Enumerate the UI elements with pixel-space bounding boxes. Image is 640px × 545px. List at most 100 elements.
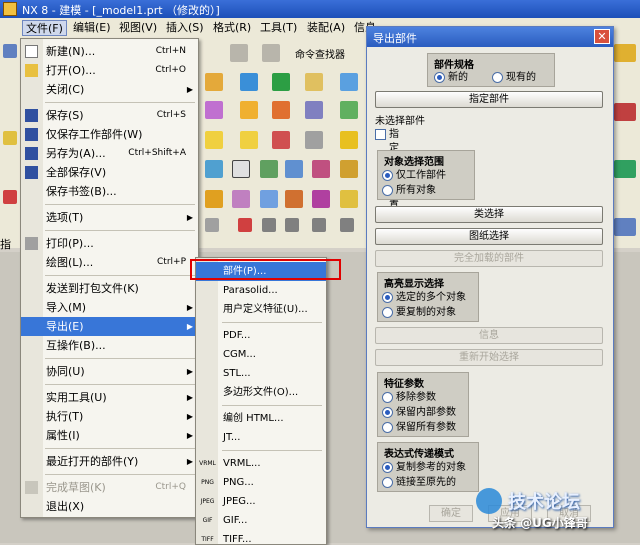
submenu-item-vrml[interactable]: VRML VRML... (196, 454, 326, 473)
measure-icon[interactable] (205, 160, 223, 178)
info-button[interactable]: 信息 (375, 327, 603, 344)
menu-item-recent-parts[interactable]: 最近打开的部件(Y) ▶ (21, 452, 198, 471)
surface-icon[interactable] (312, 160, 330, 178)
menu-item-save-work-part[interactable]: 仅保存工作部件(W) (21, 125, 198, 144)
submenu-item-polygon[interactable]: 多边形文件(O)... (196, 383, 326, 402)
snap-icon[interactable] (232, 160, 250, 178)
menu-item-save[interactable]: 保存(S) Ctrl+S (21, 106, 198, 125)
menu-item-close[interactable]: 关闭(C) ▶ (21, 80, 198, 99)
submenu-item-gif[interactable]: GIF GIF... (196, 511, 326, 530)
submenu-item-html[interactable]: 编创 HTML... (196, 409, 326, 428)
submenu-item-udf[interactable]: 用户定义特征(U)... (196, 300, 326, 319)
drawing-select-button[interactable]: 图纸选择 (375, 228, 603, 245)
solid-icon[interactable] (340, 131, 358, 149)
submenu-item-jpeg[interactable]: JPEG JPEG... (196, 492, 326, 511)
watermark-logo (476, 488, 502, 514)
ok-button[interactable]: 确定 (429, 505, 473, 522)
close-icon[interactable]: ✕ (594, 29, 610, 44)
watermark-brand: 技术论坛 (508, 492, 580, 513)
left-toolbar-icon-3[interactable] (3, 190, 17, 204)
box-icon[interactable] (305, 73, 323, 91)
dialog-title: 导出部件 (373, 32, 417, 45)
menu-item-save-as[interactable]: 另存为(A)... Ctrl+Shift+A (21, 144, 198, 163)
chamfer-icon[interactable] (240, 101, 258, 119)
menu-item-import[interactable]: 导入(M) ▶ (21, 298, 198, 317)
snap-mid-icon[interactable] (312, 218, 326, 232)
sketch-icon[interactable] (272, 73, 290, 91)
mesh-icon[interactable] (340, 160, 358, 178)
left-toolbar-icon[interactable] (3, 44, 17, 58)
menu-item-export[interactable]: 导出(E) ▶ (21, 317, 198, 336)
redo-icon[interactable] (262, 44, 280, 62)
mirror-icon[interactable] (340, 101, 358, 119)
menu-item-new[interactable]: 新建(N)... Ctrl+N (21, 42, 198, 61)
menu-item-plot[interactable]: 绘图(L)... Ctrl+P (21, 253, 198, 272)
restart-select-button[interactable]: 重新开始选择 (375, 349, 603, 366)
menu-edit[interactable]: 编辑(E) (70, 20, 114, 36)
menu-item-save-all[interactable]: 全部保存(V) (21, 163, 198, 182)
file-menu: 新建(N)... Ctrl+N 打开(O)... Ctrl+O 关闭(C) ▶ … (20, 38, 199, 518)
right-toolbar-icon[interactable] (614, 44, 636, 62)
render-icon[interactable] (285, 190, 303, 208)
left-toolbar-icon-2[interactable] (3, 131, 17, 145)
submenu-item-png[interactable]: PNG PNG... (196, 473, 326, 492)
menu-format[interactable]: 格式(R) (210, 20, 254, 36)
submenu-item-stl[interactable]: STL... (196, 364, 326, 383)
feature-icon[interactable] (205, 73, 223, 91)
blend-icon[interactable] (205, 101, 223, 119)
menu-item-print[interactable]: 打印(P)... (21, 234, 198, 253)
menu-item-save-bookmark[interactable]: 保存书签(B)... (21, 182, 198, 201)
menu-separator (45, 384, 195, 385)
snap-center-icon[interactable] (340, 218, 354, 232)
undo-icon[interactable] (230, 44, 248, 62)
trim-icon[interactable] (272, 131, 290, 149)
part-spec-group: 部件规格 新的 现有的 (427, 53, 555, 87)
menu-item-options[interactable]: 选项(T) ▶ (21, 208, 198, 227)
filter-icon[interactable] (205, 218, 219, 232)
select-icon[interactable] (238, 218, 252, 232)
material-icon[interactable] (312, 190, 330, 208)
menu-item-interop[interactable]: 互操作(B)... (21, 336, 198, 355)
snap-point-icon[interactable] (262, 218, 276, 232)
menu-item-send-package[interactable]: 发送到打包文件(K) (21, 279, 198, 298)
menu-item-execute[interactable]: 执行(T) ▶ (21, 407, 198, 426)
pattern-icon[interactable] (305, 101, 323, 119)
menu-item-exit[interactable]: 退出(X) (21, 497, 198, 516)
menu-item-collaborate[interactable]: 协同(U) ▶ (21, 362, 198, 381)
view-icon[interactable] (260, 190, 278, 208)
doc-icon[interactable] (205, 131, 223, 149)
submenu-item-cgm[interactable]: CGM... (196, 345, 326, 364)
doc2-icon[interactable] (240, 131, 258, 149)
submenu-item-pdf[interactable]: PDF... (196, 326, 326, 345)
submenu-item-jt[interactable]: JT... (196, 428, 326, 447)
hole-icon[interactable] (272, 101, 290, 119)
snap-end-icon[interactable] (285, 218, 299, 232)
menu-view[interactable]: 视图(V) (116, 20, 160, 36)
point-icon[interactable] (260, 160, 278, 178)
extend-icon[interactable] (305, 131, 323, 149)
menu-item-finish-sketch[interactable]: 完成草图(K) Ctrl+Q (21, 478, 198, 497)
shape-icon[interactable] (240, 73, 258, 91)
fully-loaded-parts-button[interactable]: 完全加载的部件 (375, 250, 603, 267)
assembly-nav-icon[interactable] (232, 190, 250, 208)
menu-item-utilities[interactable]: 实用工具(U) ▶ (21, 388, 198, 407)
no-part-selected-text: 未选择部件 (375, 116, 425, 127)
right-toolbar-icon-2[interactable] (614, 103, 636, 121)
menu-insert[interactable]: 插入(S) (163, 20, 207, 36)
right-toolbar-icon-3[interactable] (614, 160, 636, 178)
submenu-item-parasolid[interactable]: Parasolid... (196, 281, 326, 300)
menu-file[interactable]: 文件(F) (22, 20, 67, 36)
specify-part-button[interactable]: 指定部件 (375, 91, 603, 108)
curve-icon[interactable] (285, 160, 303, 178)
class-select-button[interactable]: 类选择 (375, 206, 603, 223)
part-nav-icon[interactable] (205, 190, 223, 208)
menu-tools[interactable]: 工具(T) (257, 20, 300, 36)
menu-assembly[interactable]: 装配(A) (304, 20, 348, 36)
cylinder-icon[interactable] (340, 73, 358, 91)
export-submenu: 部件(P)... Parasolid... 用户定义特征(U)... PDF..… (195, 257, 327, 545)
menu-item-open[interactable]: 打开(O)... Ctrl+O (21, 61, 198, 80)
command-finder[interactable]: 命令查找器 (295, 46, 345, 61)
menu-item-properties[interactable]: 属性(I) ▶ (21, 426, 198, 445)
right-toolbar-icon-4[interactable] (614, 218, 636, 236)
light-icon[interactable] (340, 190, 358, 208)
